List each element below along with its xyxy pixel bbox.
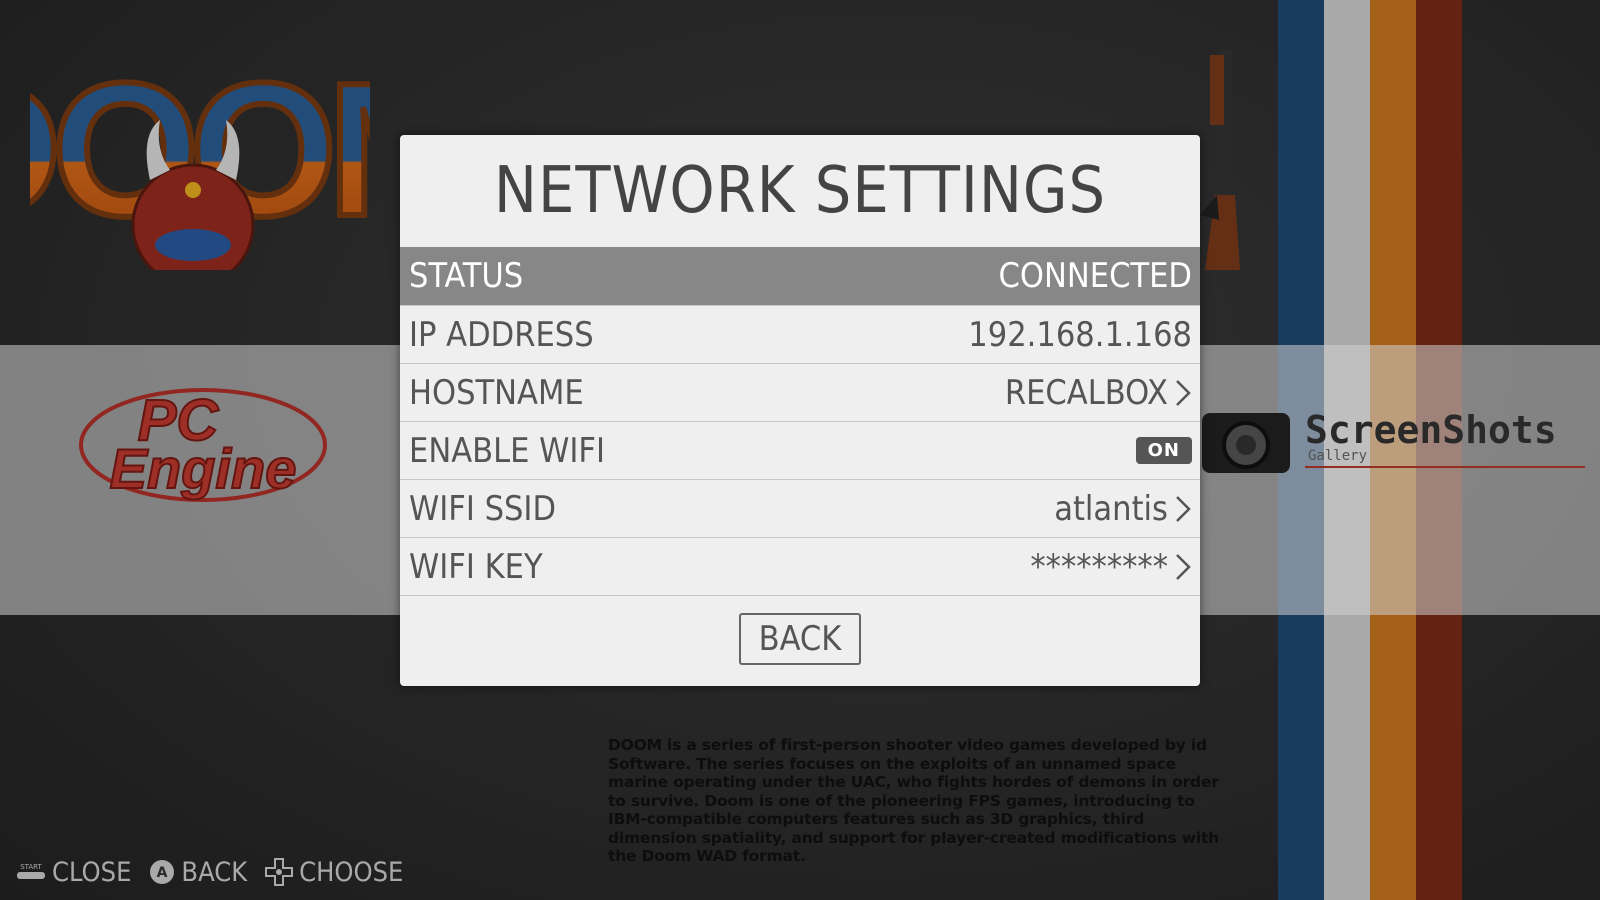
chevron-right-icon [1176,495,1191,522]
ip-address-value: 192.168.1.168 [968,314,1192,355]
enable-wifi-label: ENABLE WIFI [409,430,606,471]
menu-row-ip-address[interactable]: IP ADDRESS 192.168.1.168 [400,305,1200,363]
menu-row-wifi-key[interactable]: WIFI KEY ********* [400,537,1200,595]
menu-row-status[interactable]: STATUS CONNECTED [400,247,1200,305]
hostname-value: RECALBOX [1004,372,1168,413]
wifi-key-value: ********* [1030,546,1168,587]
ip-address-label: IP ADDRESS [409,314,594,355]
status-label: STATUS [409,256,524,296]
wifi-toggle-switch[interactable]: ON [1135,437,1192,464]
wifi-ssid-value: atlantis [1054,488,1168,529]
back-button[interactable]: BACK [738,613,862,665]
menu-row-enable-wifi[interactable]: ENABLE WIFI ON [400,421,1200,479]
dialog-footer: BACK [400,595,1200,682]
status-value: CONNECTED [998,256,1192,296]
menu-row-hostname[interactable]: HOSTNAME RECALBOX [400,363,1200,421]
dialog-title: NETWORK SETTINGS [493,154,1107,228]
network-settings-dialog: NETWORK SETTINGS STATUS CONNECTED IP ADD… [400,135,1200,686]
menu-row-wifi-ssid[interactable]: WIFI SSID atlantis [400,479,1200,537]
hostname-label: HOSTNAME [409,372,584,413]
wifi-ssid-label: WIFI SSID [409,488,557,529]
wifi-key-label: WIFI KEY [409,546,543,587]
chevron-right-icon [1176,553,1191,580]
chevron-right-icon [1176,379,1191,406]
